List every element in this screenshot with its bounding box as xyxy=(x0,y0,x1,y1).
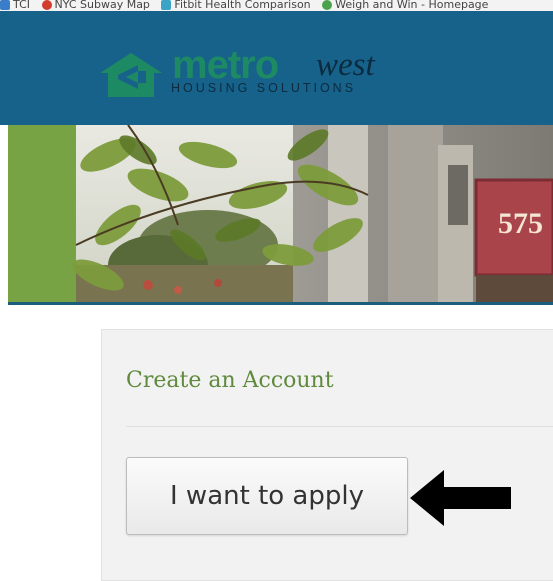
building-sign-text: 575 xyxy=(498,207,543,240)
site-header: metro west HOUSING SOLUTIONS xyxy=(0,11,553,125)
green-circle-icon xyxy=(322,0,333,10)
create-account-card: Create an Account xyxy=(101,329,553,581)
bookmark-label: Weigh and Win - Homepage xyxy=(335,0,489,11)
bookmark-icon xyxy=(0,0,10,10)
bookmark-label: Fitbit Health Comparison xyxy=(174,0,311,11)
logo-tagline: HOUSING SOLUTIONS xyxy=(171,81,357,95)
site-logo[interactable]: metro west HOUSING SOLUTIONS xyxy=(96,45,406,111)
hero-banner-image: 575 xyxy=(8,125,553,302)
bookmark-item-tci[interactable]: TCI xyxy=(0,0,30,10)
bookmark-item-fitbit[interactable]: Fitbit Health Comparison xyxy=(161,0,311,11)
logo-brand-primary: metro xyxy=(172,43,279,87)
bookmark-item-nyc-subway[interactable]: NYC Subway Map xyxy=(41,0,150,11)
banner-divider xyxy=(8,302,553,305)
logo-brand-secondary: west xyxy=(316,47,375,83)
left-arrow-icon xyxy=(410,470,511,526)
bookmark-label: NYC Subway Map xyxy=(54,0,150,11)
card-divider xyxy=(126,426,553,427)
bookmark-item-weigh-and-win[interactable]: Weigh and Win - Homepage xyxy=(322,0,488,10)
star-icon xyxy=(161,0,172,10)
bookmark-label: TCI xyxy=(13,0,30,11)
card-title: Create an Account xyxy=(126,368,334,393)
red-circle-icon xyxy=(41,0,52,10)
house-logo-icon xyxy=(100,53,162,97)
bookmarks-bar: TCI NYC Subway Map Fitbit Health Compari… xyxy=(0,0,553,11)
apply-button[interactable]: I want to apply xyxy=(126,457,408,535)
